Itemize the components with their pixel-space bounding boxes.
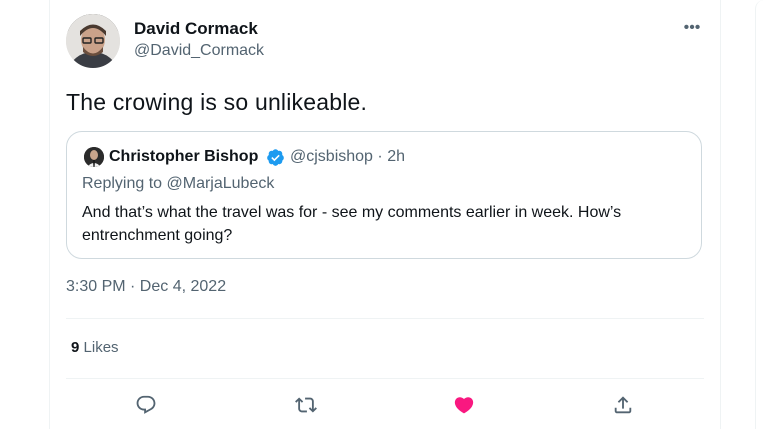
likes-number: 9 [71,339,80,356]
replying-to-label: Replying to [82,175,163,192]
replying-to-handle[interactable]: @MarjaLubeck [167,175,275,192]
more-options-button[interactable]: ••• [680,16,704,40]
reply-icon [136,395,156,414]
column-border-left [49,0,50,429]
sidebar-edge [755,0,763,429]
quote-text: And that’s what the travel was for - see… [82,204,622,244]
quote-author-name: Christopher Bishop [109,148,259,165]
more-icon: ••• [683,19,701,36]
like-button[interactable] [451,392,477,418]
quoted-tweet[interactable]: Christopher Bishop @cjsbishop · 2h Reply… [66,131,702,259]
quote-meta: @cjsbishop · 2h [290,148,405,166]
column-border-right [720,0,721,429]
meta-separator: · [377,148,383,165]
tweet-text: The crowing is so unlikeable. [66,89,368,115]
quote-author-handle: @cjsbishop [290,148,373,165]
heart-icon [454,397,474,414]
replying-to: Replying to @MarjaLubeck [82,175,274,193]
retweet-icon [295,397,317,413]
tweet-timestamp[interactable]: 3:30 PM · Dec 4, 2022 [66,278,226,296]
share-icon [614,396,632,414]
author-handle[interactable]: @David_Cormack [134,42,264,60]
likes-label: Likes [83,339,119,356]
verified-badge-icon [267,149,284,166]
share-button[interactable] [610,392,636,418]
quote-author-avatar [84,147,104,167]
author-avatar[interactable] [66,14,120,68]
reply-button[interactable] [133,392,159,418]
retweet-button[interactable] [293,392,319,418]
quote-time: 2h [387,148,405,165]
divider [66,378,704,379]
author-name[interactable]: David Cormack [134,19,258,39]
likes-count[interactable]: 9 Likes [71,339,119,356]
divider [66,318,704,319]
